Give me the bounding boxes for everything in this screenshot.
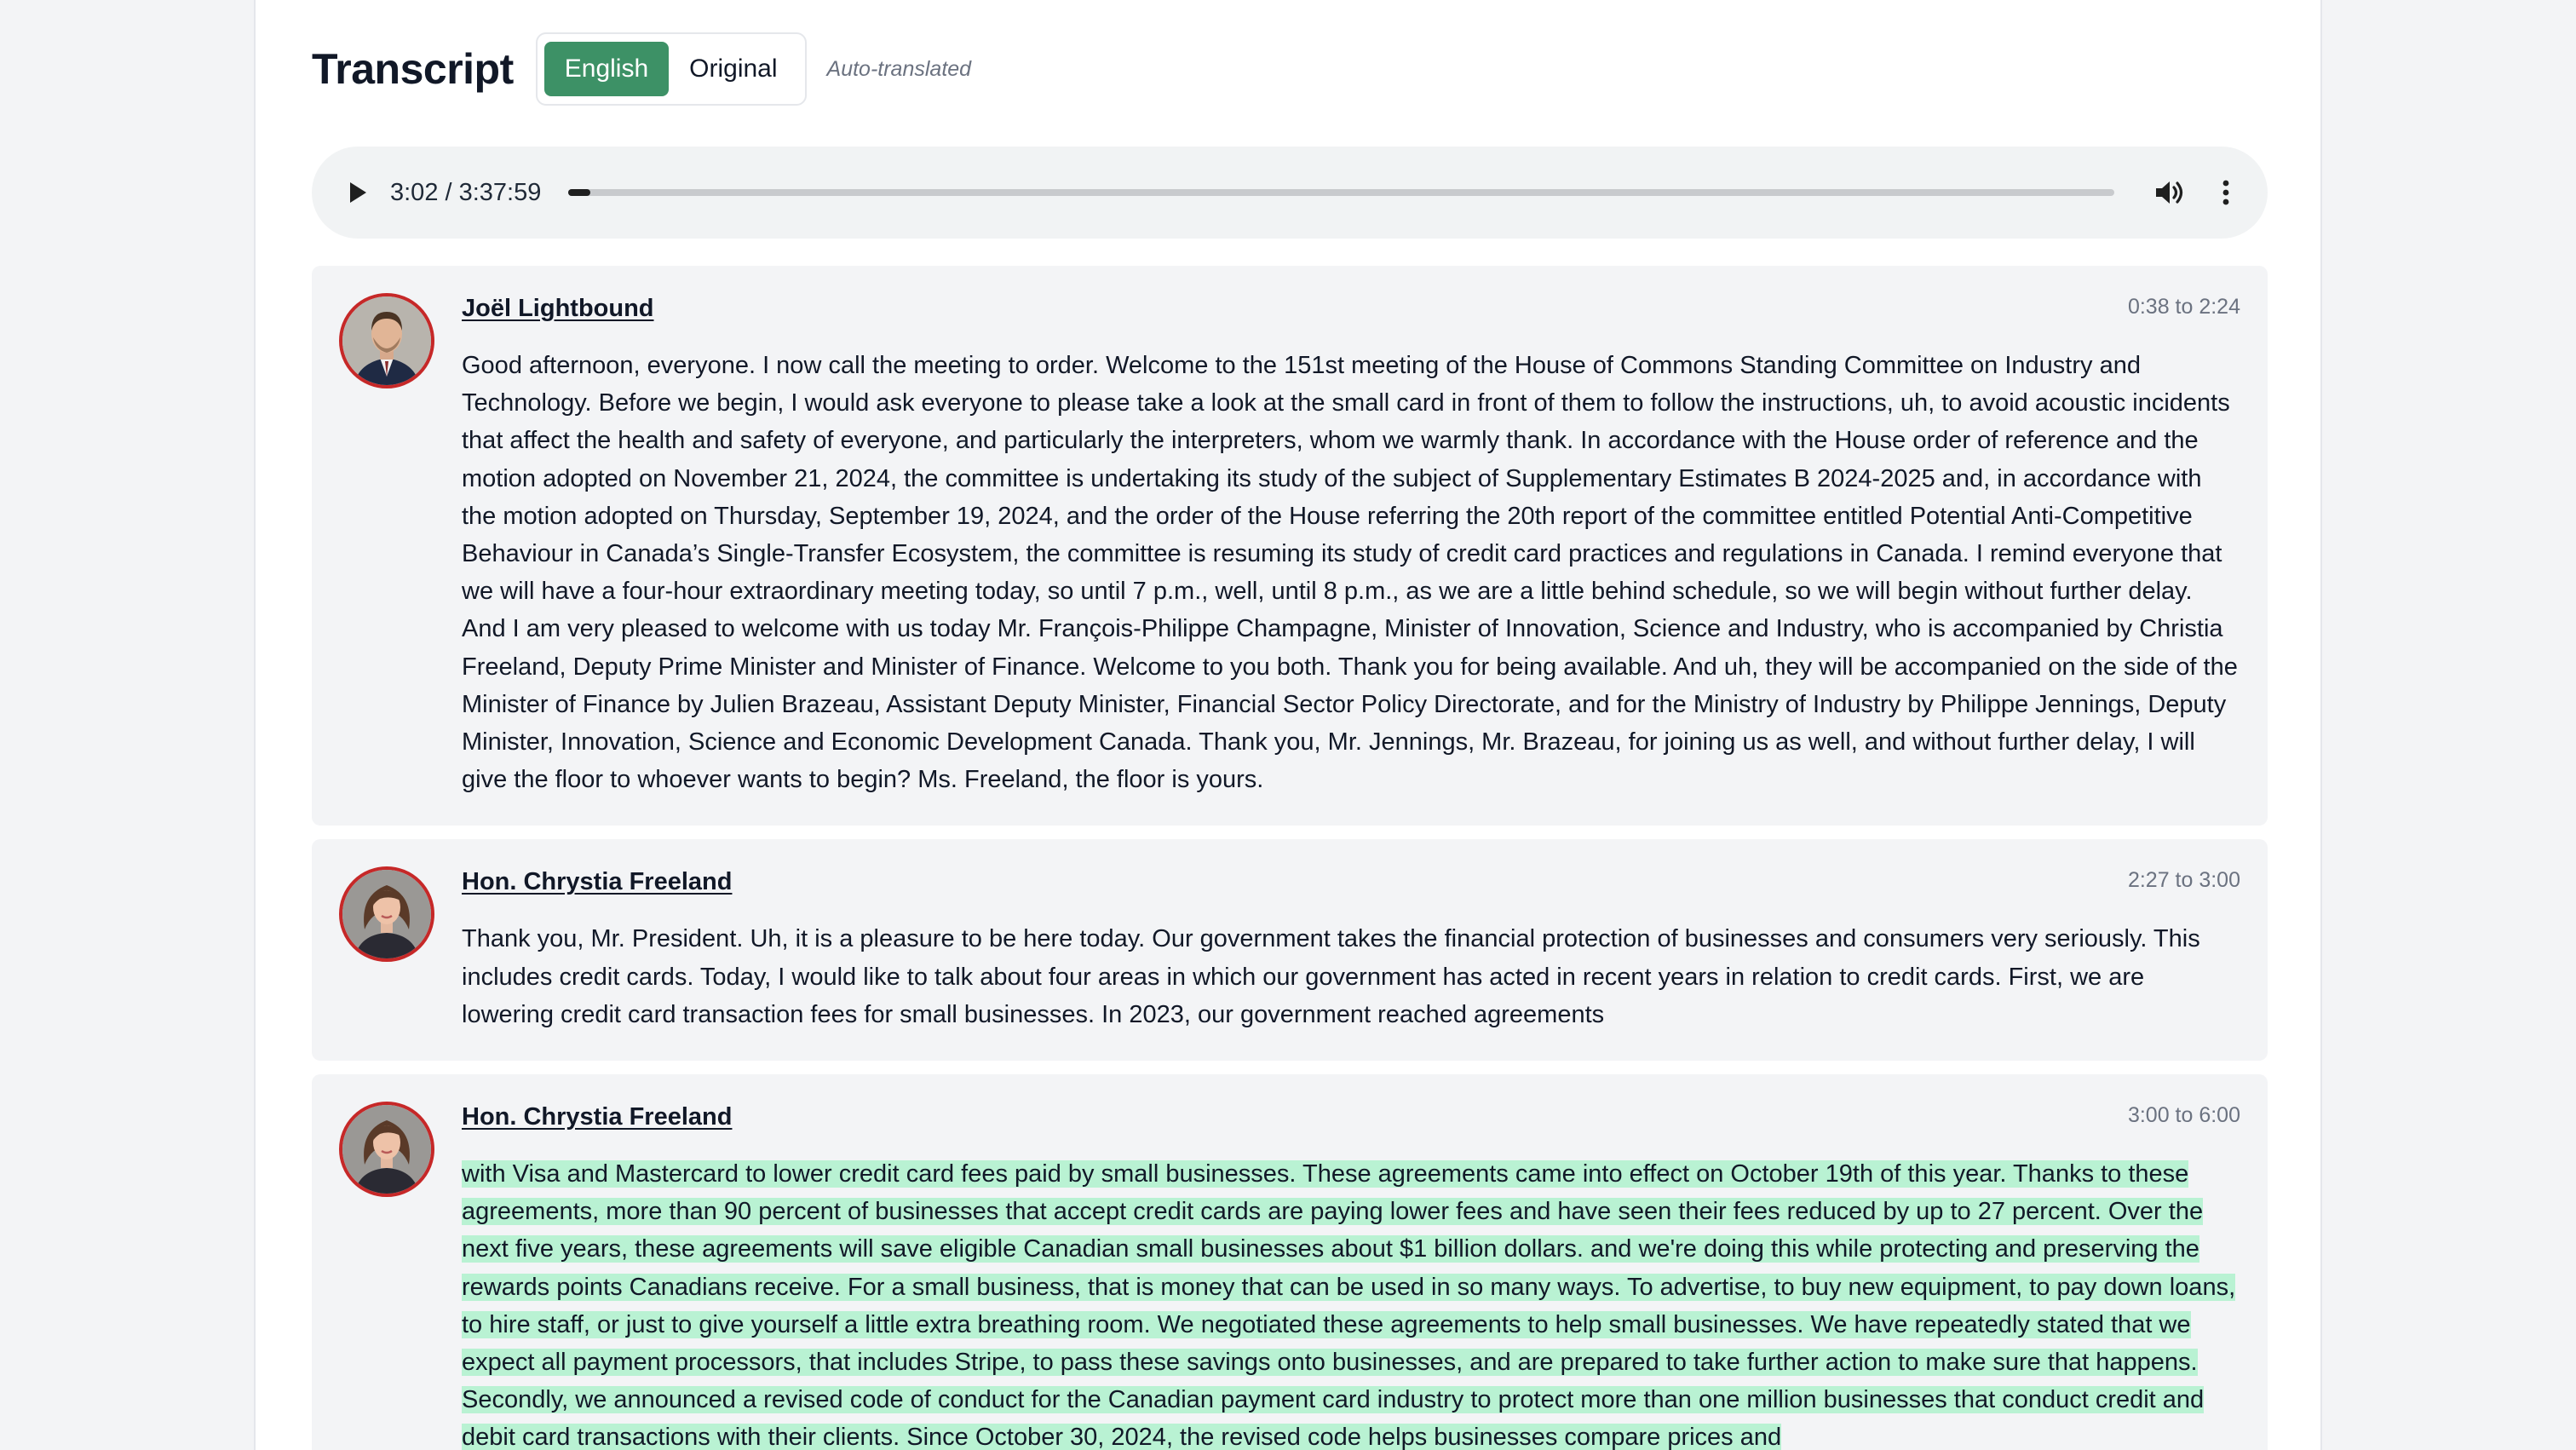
english-tab[interactable]: English	[543, 42, 670, 96]
time-range: 3:00 to 6:00	[2127, 1103, 2240, 1128]
speaker-name[interactable]: Hon. Chrystia Freeland	[462, 868, 732, 896]
seek-bar[interactable]	[568, 189, 2114, 196]
transcript-segment-active[interactable]: Hon. Chrystia Freeland 3:00 to 6:00 with…	[312, 1074, 2268, 1450]
segment-text: Thank you, Mr. President. Uh, it is a pl…	[462, 925, 2200, 1028]
transcript-segment[interactable]: Hon. Chrystia Freeland 2:27 to 3:00 Than…	[312, 839, 2268, 1062]
volume-icon	[2156, 181, 2183, 204]
highlighted-text: with Visa and Mastercard to lower credit…	[462, 1160, 2236, 1450]
time-display: 3:02 / 3:37:59	[390, 178, 542, 206]
time-range: 2:27 to 3:00	[2127, 868, 2240, 893]
seek-bar-fill	[568, 189, 590, 196]
speaker-avatar	[339, 1102, 434, 1198]
speaker-name[interactable]: Hon. Chrystia Freeland	[462, 1103, 732, 1131]
speaker-avatar	[339, 293, 434, 388]
play-button[interactable]	[342, 177, 373, 208]
more-options-button[interactable]	[2213, 175, 2239, 210]
transcript-segment[interactable]: Joël Lightbound 0:38 to 2:24 Good aftern…	[312, 266, 2268, 826]
volume-button[interactable]	[2152, 175, 2188, 210]
auto-translated-note: Auto-translated	[826, 56, 972, 81]
segment-text-highlighted: with Visa and Mastercard to lower credit…	[462, 1155, 2240, 1450]
speaker-avatar	[339, 866, 434, 963]
main-panel: Transcript English Original Auto-transla…	[254, 0, 2322, 1450]
original-tab[interactable]: Original	[669, 42, 797, 96]
more-vertical-icon	[2222, 180, 2229, 205]
language-toggle: English Original	[535, 32, 807, 106]
segment-text: Good afternoon, everyone. I now call the…	[462, 352, 2238, 794]
play-icon	[350, 182, 366, 203]
speaker-name[interactable]: Joël Lightbound	[462, 295, 654, 323]
time-range: 0:38 to 2:24	[2127, 295, 2240, 319]
transcript-header: Transcript English Original Auto-transla…	[312, 32, 971, 106]
transcript-segments: Joël Lightbound 0:38 to 2:24 Good aftern…	[312, 266, 2268, 1450]
audio-player: 3:02 / 3:37:59	[312, 147, 2268, 239]
page-title: Transcript	[312, 45, 514, 93]
